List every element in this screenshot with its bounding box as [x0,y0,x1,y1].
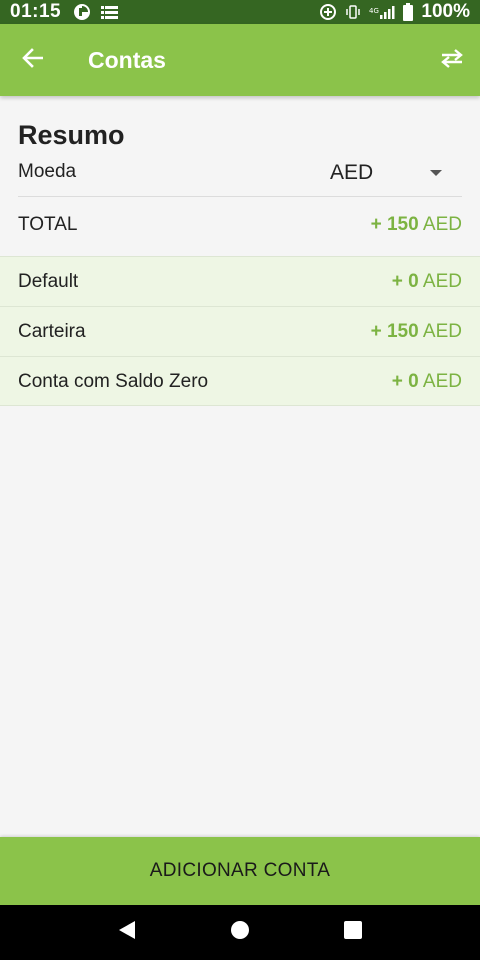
page-title: Contas [88,46,166,73]
battery-percent: 100% [421,1,470,22]
list-icon [101,4,119,20]
status-bar: 01:15 4G 100% [0,0,480,24]
total-label: TOTAL [18,214,78,235]
currency-label: Moeda [18,161,77,182]
account-sign: + [391,271,409,292]
account-value: 0 [408,371,419,392]
account-balance: + 150 AED [371,321,462,343]
add-account-button[interactable]: ADICIONAR CONTA [0,837,480,905]
account-currency: AED [418,371,462,392]
total-sign: + [370,214,387,235]
swap-button[interactable] [424,24,480,96]
nav-recents-button[interactable] [333,913,373,953]
pie-icon [73,3,91,21]
back-button[interactable] [0,24,66,96]
account-sign: + [391,371,409,392]
circle-home-icon [230,920,250,945]
account-balance: + 0 AED [392,371,462,393]
account-balance: + 0 AED [392,271,462,293]
account-name: Conta com Saldo Zero [18,371,209,392]
account-sign: + [370,321,387,342]
currency-dropdown[interactable]: AED [330,158,462,188]
account-list: Default + 0 AED Carteira + 150 AED Conta… [0,256,480,406]
account-value: 0 [408,271,419,292]
swap-horizontal-icon [440,48,464,73]
status-left-icons [73,3,119,21]
nav-home-button[interactable] [220,913,260,953]
account-row-default[interactable]: Default + 0 AED [0,256,480,306]
account-name: Default [18,271,79,292]
triangle-back-icon [118,920,136,945]
chevron-down-icon [430,164,442,182]
total-amount: + 150 AED [371,214,462,236]
account-currency: AED [418,271,462,292]
battery-icon [403,3,414,21]
currency-value: AED [330,161,374,184]
account-row-zero-balance[interactable]: Conta com Saldo Zero + 0 AED [0,356,480,406]
summary-title: Resumo [18,120,125,150]
signal-4g-icon: 4G [369,4,395,20]
vibrate-icon [345,4,361,20]
status-right-icons: 4G 100% [319,1,470,23]
account-row-carteira[interactable]: Carteira + 150 AED [0,306,480,356]
account-currency: AED [418,321,462,342]
status-time: 01:15 [10,1,62,22]
divider [18,196,462,197]
total-value: 150 [386,214,419,235]
sync-icon [319,3,337,21]
arrow-left-icon [22,47,44,73]
svg-text:4G: 4G [369,7,379,15]
nav-back-button[interactable] [107,913,147,953]
account-value: 150 [386,321,419,342]
account-name: Carteira [18,321,86,342]
square-recents-icon [344,921,363,944]
app-bar: Contas [0,24,480,96]
total-currency: AED [418,214,462,235]
navigation-bar [0,905,480,960]
total-row: TOTAL + 150 AED [0,198,480,256]
